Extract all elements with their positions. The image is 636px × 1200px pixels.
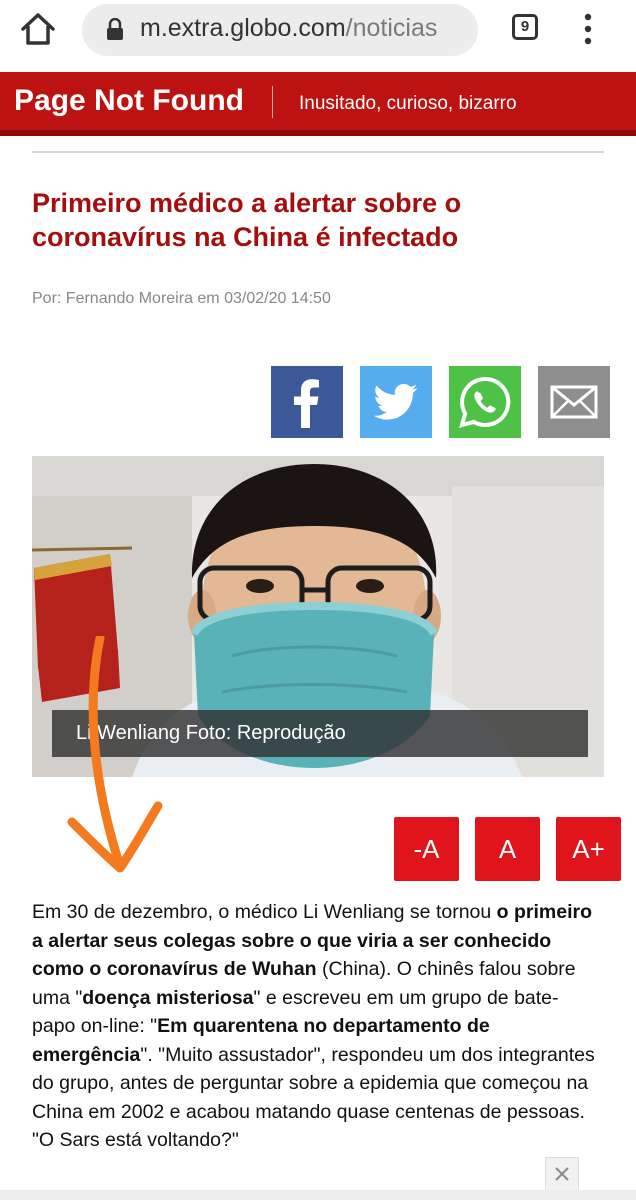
body-text-bold: doença misteriosa [82,986,254,1009]
ad-banner-edge [0,1190,636,1200]
font-increase-button[interactable]: A+ [556,817,621,881]
photo-caption-bar: Li Wenliang Foto: Reprodução [52,710,588,757]
lock-icon [106,17,124,40]
article-byline: Por: Fernando Moreira em 03/02/20 14:50 [32,290,331,307]
twitter-icon [374,383,418,420]
whatsapp-icon [459,376,511,428]
article-headline: Primeiro médico a alertar sobre o corona… [32,188,462,252]
share-whatsapp-button[interactable] [449,366,521,438]
share-twitter-button[interactable] [360,366,432,438]
body-text: Em 30 de dezembro, o médico Li Wenliang … [32,901,497,923]
mail-icon [550,385,598,419]
facebook-icon [294,379,319,428]
divider [32,151,604,153]
header-divider [272,86,273,118]
share-facebook-button[interactable] [271,366,343,438]
url-text[interactable]: m.extra.globo.com/noticias [140,14,437,43]
close-ad-button[interactable] [545,1157,579,1191]
share-email-button[interactable] [538,366,610,438]
font-decrease-button[interactable]: -A [394,817,459,881]
site-header: Page Not Found Inusitado, curioso, bizar… [0,72,636,136]
home-icon[interactable] [18,10,58,48]
close-icon [555,1167,569,1181]
site-title[interactable]: Page Not Found [14,84,244,118]
article-photo: Li Wenliang Foto: Reprodução [32,456,604,777]
url-host: m.extra.globo.com [140,14,346,42]
overflow-menu-icon[interactable] [578,12,598,46]
site-tagline: Inusitado, curioso, bizarro [299,93,517,114]
font-normal-button[interactable]: A [475,817,540,881]
url-path: /noticias [345,14,438,42]
photo-caption: Li Wenliang Foto: Reprodução [76,722,346,744]
browser-toolbar: m.extra.globo.com/noticias 9 [0,0,636,58]
tab-switcher-button[interactable]: 9 [512,14,538,40]
article-body: Em 30 de dezembro, o médico Li Wenliang … [32,898,598,1155]
